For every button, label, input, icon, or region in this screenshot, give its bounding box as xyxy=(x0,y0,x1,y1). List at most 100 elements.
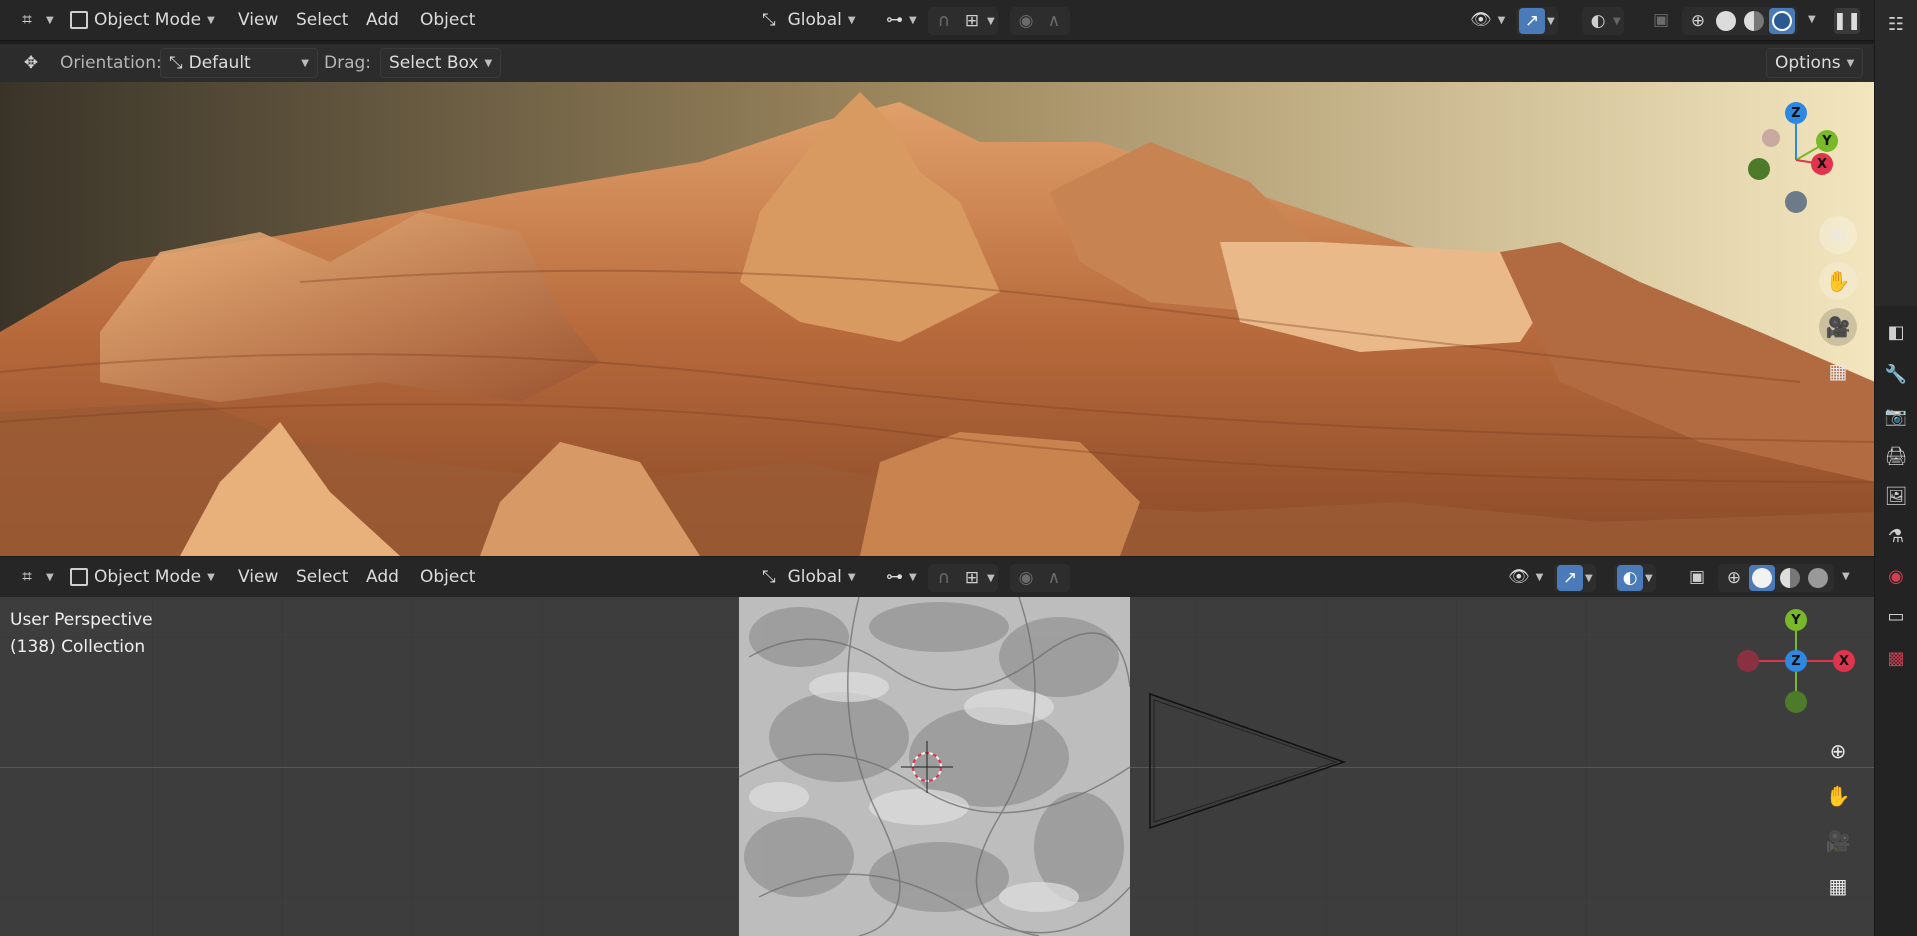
gizmo-icon[interactable]: ↗ xyxy=(1557,565,1583,591)
top-camera-button[interactable]: 🎥 xyxy=(1819,308,1857,346)
snap-target-icon[interactable]: ⊞ xyxy=(959,8,985,34)
collection-label: (138) Collection xyxy=(10,637,146,657)
bottom-transform-orientation-dropdown[interactable]: ⤡ Global ▼ xyxy=(754,563,864,591)
terrain-plane-object[interactable] xyxy=(739,597,1130,936)
options-dropdown[interactable]: Options ▼ xyxy=(1766,48,1864,78)
material-shading-icon[interactable] xyxy=(1741,8,1767,34)
material-shading-icon[interactable] xyxy=(1777,565,1803,591)
bottom-navigation-gizmo[interactable]: Y Z X xyxy=(1730,603,1860,719)
view-layer-icon[interactable]: 🖼 xyxy=(1884,484,1908,508)
bottom-editor-type-button[interactable]: ⌗ ▼ xyxy=(6,563,62,591)
bottom-viewport[interactable]: User Perspective (138) Collection Y Z X … xyxy=(0,597,1875,936)
options-label: Options xyxy=(1775,53,1841,73)
bottom-zoom-button[interactable]: ⊕ xyxy=(1819,732,1857,770)
gizmo-x-axis[interactable]: X xyxy=(1833,650,1855,672)
editor-type-button[interactable]: ⌗ ▼ xyxy=(6,6,62,34)
snap-icon[interactable]: ∩ xyxy=(931,8,957,34)
top-viewport-render[interactable]: Z Y X ⊕ ✋ 🎥 ▦ xyxy=(0,82,1875,556)
menu-object[interactable]: Object xyxy=(412,6,483,34)
scene-properties-icon[interactable]: ⚗ xyxy=(1884,524,1908,548)
visibility-dropdown[interactable]: 👁 ▼ xyxy=(1462,6,1513,34)
bottom-shading-dropdown-icon[interactable]: ▼ xyxy=(1842,571,1850,582)
bottom-pivot-dropdown[interactable]: ⊶ ▼ xyxy=(878,563,925,591)
bottom-snap-group: ∩ ⊞ ▼ xyxy=(928,564,998,592)
wireframe-shading-icon[interactable]: ⊕ xyxy=(1685,8,1711,34)
3d-cursor-icon[interactable] xyxy=(897,737,957,797)
gizmo-neg-y-axis[interactable] xyxy=(1748,158,1770,180)
top-pan-button[interactable]: ✋ xyxy=(1819,262,1857,300)
mode-dropdown[interactable]: Object Mode ▼ xyxy=(62,6,223,34)
shading-dropdown-icon[interactable]: ▼ xyxy=(1808,14,1816,25)
top-viewport-header: ⌗ ▼ Object Mode ▼ View Select Add Object ⤡… xyxy=(0,0,1875,41)
transform-orientation-dropdown[interactable]: ⤡ Global ▼ xyxy=(754,6,864,34)
bottom-perspective-button[interactable]: ▦ xyxy=(1819,867,1857,905)
gizmo-x-axis[interactable]: X xyxy=(1811,153,1833,175)
falloff-icon[interactable]: ∧ xyxy=(1041,8,1067,34)
tool-settings-icon[interactable]: ◧ xyxy=(1884,320,1908,344)
gizmo-neg-y-axis[interactable] xyxy=(1785,691,1807,713)
top-perspective-button[interactable]: ▦ xyxy=(1819,352,1857,390)
shading-group: ⊕ xyxy=(1682,7,1798,35)
tool-properties-icon[interactable]: 🔧 xyxy=(1884,362,1908,386)
drag-dropdown[interactable]: Select Box ▼ xyxy=(380,48,502,78)
snap-group: ∩ ⊞ ▼ xyxy=(928,7,998,35)
menu-select[interactable]: Select xyxy=(288,6,356,34)
orientation-setting-dropdown[interactable]: ⤡ Default ▼ xyxy=(160,48,318,78)
xray-icon[interactable]: ▣ xyxy=(1684,564,1710,590)
terrain-render-image xyxy=(0,82,1875,556)
menu-add[interactable]: Add xyxy=(358,6,407,34)
drag-label: Drag: xyxy=(324,53,372,73)
bottom-mode-dropdown[interactable]: Object Mode ▼ xyxy=(62,563,223,591)
rendered-shading-icon[interactable] xyxy=(1769,8,1795,34)
bottom-camera-button[interactable]: 🎥 xyxy=(1819,822,1857,860)
render-properties-icon[interactable]: 📷 xyxy=(1884,404,1908,428)
proportional-edit-icon[interactable]: ◉ xyxy=(1013,565,1039,591)
world-properties-icon[interactable]: ◉ xyxy=(1884,564,1908,588)
outliner-icon[interactable]: ☷ xyxy=(1884,12,1908,36)
menu-view[interactable]: View xyxy=(230,6,286,34)
snap-icon[interactable]: ∩ xyxy=(931,565,957,591)
solid-shading-icon[interactable] xyxy=(1713,8,1739,34)
bottom-proportional-group: ◉ ∧ xyxy=(1010,564,1070,592)
camera-object[interactable] xyxy=(1148,692,1348,842)
gizmo-y-axis[interactable]: Y xyxy=(1785,609,1807,631)
drag-value: Select Box xyxy=(389,53,479,73)
texture-properties-icon[interactable]: ▩ xyxy=(1884,646,1908,670)
solid-shading-icon[interactable] xyxy=(1749,565,1775,591)
gizmo-neg-z-axis[interactable] xyxy=(1785,191,1807,213)
collection-properties-icon[interactable]: ▭ xyxy=(1884,604,1908,628)
wireframe-shading-icon[interactable]: ⊕ xyxy=(1721,565,1747,591)
gizmo-icon[interactable]: ↗ xyxy=(1519,8,1545,34)
gizmo-z-axis[interactable]: Z xyxy=(1785,650,1807,672)
bottom-visibility-dropdown[interactable]: 👁 ▼ xyxy=(1500,563,1551,591)
gizmo-y-axis[interactable]: Y xyxy=(1816,130,1838,152)
top-zoom-button[interactable]: ⊕ xyxy=(1819,216,1857,254)
top-navigation-gizmo[interactable]: Z Y X xyxy=(1740,102,1850,213)
bottom-menu-select[interactable]: Select xyxy=(288,563,356,591)
pivot-dropdown[interactable]: ⊶ ▼ xyxy=(878,6,925,34)
bottom-pan-button[interactable]: ✋ xyxy=(1819,777,1857,815)
bottom-menu-object[interactable]: Object xyxy=(412,563,483,591)
output-properties-icon[interactable]: 🖨 xyxy=(1884,444,1908,468)
view-name-label: User Perspective xyxy=(10,610,153,630)
gizmo-z-axis[interactable]: Z xyxy=(1785,102,1807,124)
move-tool-icon[interactable]: ✥ xyxy=(18,50,44,76)
proportional-group: ◉ ∧ xyxy=(1010,7,1070,35)
pause-render-icon[interactable]: ❚❚ xyxy=(1833,8,1861,34)
proportional-edit-icon[interactable]: ◉ xyxy=(1013,8,1039,34)
bottom-menu-view[interactable]: View xyxy=(230,563,286,591)
camera-icon: 🎥 xyxy=(1825,829,1851,853)
visibility-icon: 👁 xyxy=(1508,567,1530,587)
bottom-menu-add[interactable]: Add xyxy=(358,563,407,591)
gizmo-neg-x-axis[interactable] xyxy=(1737,650,1759,672)
overlay-icon[interactable]: ◐ xyxy=(1617,565,1643,591)
overlay-group: ◐ ▼ xyxy=(1582,7,1624,35)
rendered-shading-icon[interactable] xyxy=(1805,565,1831,591)
pan-hand-icon: ✋ xyxy=(1825,784,1851,808)
xray-icon[interactable]: ▣ xyxy=(1648,7,1674,33)
falloff-icon[interactable]: ∧ xyxy=(1041,565,1067,591)
overlay-icon[interactable]: ◐ xyxy=(1585,8,1611,34)
pan-hand-icon: ✋ xyxy=(1825,269,1851,293)
snap-target-icon[interactable]: ⊞ xyxy=(959,565,985,591)
gizmo-neg-x-axis[interactable] xyxy=(1762,129,1780,147)
